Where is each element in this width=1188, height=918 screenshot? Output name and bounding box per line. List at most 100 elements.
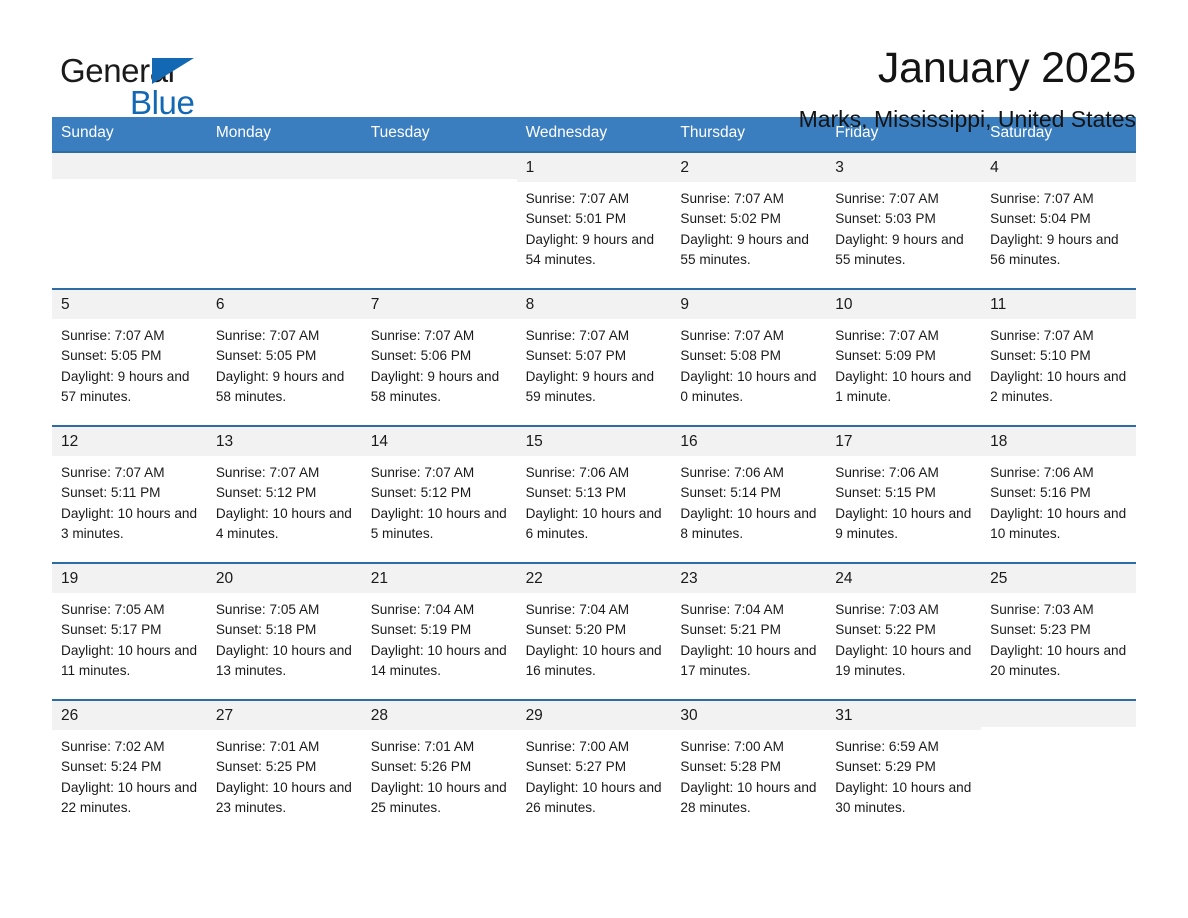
day-info: Sunrise: 7:02 AM Sunset: 5:24 PM Dayligh… [52,730,207,819]
daylight-text: Daylight: 10 hours and 22 minutes. [61,779,198,816]
daylight-text: Daylight: 9 hours and 58 minutes. [370,368,500,405]
day-cell[interactable]: 1 Sunrise: 7:07 AM Sunset: 5:01 PM Dayli… [516,152,672,288]
day-info: Sunrise: 7:05 AM Sunset: 5:17 PM Dayligh… [52,593,207,682]
day-cell[interactable]: 29 Sunrise: 7:00 AM Sunset: 5:27 PM Dayl… [516,700,672,836]
daylight-text: Daylight: 10 hours and 0 minutes. [680,368,817,405]
day-info: Sunrise: 7:07 AM Sunset: 5:06 PM Dayligh… [362,319,517,408]
day-cell[interactable]: 17 Sunrise: 7:06 AM Sunset: 5:15 PM Dayl… [826,426,982,562]
sunrise-text: Sunrise: 7:07 AM [370,464,475,480]
day-cell[interactable]: 4 Sunrise: 7:07 AM Sunset: 5:04 PM Dayli… [981,152,1136,288]
daylight-text: Daylight: 10 hours and 9 minutes. [835,505,972,542]
day-cell[interactable]: 7 Sunrise: 7:07 AM Sunset: 5:06 PM Dayli… [361,289,517,425]
day-info: Sunrise: 7:07 AM Sunset: 5:05 PM Dayligh… [207,319,362,408]
day-cell[interactable]: 11 Sunrise: 7:07 AM Sunset: 5:10 PM Dayl… [981,289,1136,425]
day-info [362,179,517,186]
day-cell[interactable]: 25 Sunrise: 7:03 AM Sunset: 5:23 PM Dayl… [981,563,1136,699]
sunset-text: Sunset: 5:18 PM [215,622,317,638]
generalblue-logo[interactable]: General Blue [52,44,282,124]
day-cell[interactable]: 5 Sunrise: 7:07 AM Sunset: 5:05 PM Dayli… [52,289,207,425]
day-cell[interactable]: 18 Sunrise: 7:06 AM Sunset: 5:16 PM Dayl… [981,426,1136,562]
day-cell [206,152,362,288]
day-number: 4 [981,152,1136,182]
sunset-text: Sunset: 5:24 PM [61,759,162,775]
sunrise-text: Sunrise: 7:02 AM [61,738,165,754]
day-cell[interactable]: 19 Sunrise: 7:05 AM Sunset: 5:17 PM Dayl… [52,563,207,699]
day-cell[interactable]: 24 Sunrise: 7:03 AM Sunset: 5:22 PM Dayl… [826,563,982,699]
sunrise-text: Sunrise: 7:06 AM [680,464,784,480]
day-info: Sunrise: 7:07 AM Sunset: 5:09 PM Dayligh… [826,319,981,408]
day-cell[interactable]: 21 Sunrise: 7:04 AM Sunset: 5:19 PM Dayl… [361,563,517,699]
sunrise-text: Sunrise: 7:06 AM [990,464,1094,480]
day-number: 9 [671,289,827,319]
day-cell[interactable]: 31 Sunrise: 6:59 AM Sunset: 5:29 PM Dayl… [826,700,982,836]
daylight-text: Daylight: 10 hours and 16 minutes. [525,642,662,679]
day-cell[interactable]: 27 Sunrise: 7:01 AM Sunset: 5:25 PM Dayl… [206,700,362,836]
day-cell[interactable]: 22 Sunrise: 7:04 AM Sunset: 5:20 PM Dayl… [516,563,672,699]
day-cell[interactable]: 23 Sunrise: 7:04 AM Sunset: 5:21 PM Dayl… [671,563,827,699]
day-number: 16 [671,426,827,456]
day-number: 31 [826,700,982,730]
daylight-text: Daylight: 9 hours and 55 minutes. [835,231,964,268]
sunset-text: Sunset: 5:12 PM [370,485,472,501]
day-cell[interactable]: 8 Sunrise: 7:07 AM Sunset: 5:07 PM Dayli… [516,289,672,425]
sunrise-text: Sunrise: 7:03 AM [990,601,1094,617]
day-number: 25 [981,563,1136,593]
day-number: 15 [516,426,672,456]
sunset-text: Sunset: 5:28 PM [680,759,781,775]
day-number: 30 [671,700,827,730]
day-cell[interactable]: 14 Sunrise: 7:07 AM Sunset: 5:12 PM Dayl… [361,426,517,562]
day-number: 8 [516,289,672,319]
sunrise-text: Sunrise: 7:07 AM [990,190,1094,206]
sunrise-text: Sunrise: 7:04 AM [525,601,630,617]
daylight-text: Daylight: 10 hours and 20 minutes. [990,642,1127,679]
day-cell[interactable]: 26 Sunrise: 7:02 AM Sunset: 5:24 PM Dayl… [52,700,207,836]
daylight-text: Daylight: 10 hours and 23 minutes. [215,779,352,816]
daylight-text: Daylight: 10 hours and 13 minutes. [215,642,352,679]
sunset-text: Sunset: 5:20 PM [525,622,627,638]
day-info: Sunrise: 7:07 AM Sunset: 5:05 PM Dayligh… [52,319,207,408]
day-cell[interactable]: 20 Sunrise: 7:05 AM Sunset: 5:18 PM Dayl… [206,563,362,699]
day-cell[interactable]: 2 Sunrise: 7:07 AM Sunset: 5:02 PM Dayli… [671,152,827,288]
weekday-header-wednesday: Wednesday [525,124,608,141]
sunset-text: Sunset: 5:08 PM [680,348,781,364]
day-cell[interactable]: 9 Sunrise: 7:07 AM Sunset: 5:08 PM Dayli… [671,289,827,425]
day-cell[interactable]: 6 Sunrise: 7:07 AM Sunset: 5:05 PM Dayli… [206,289,362,425]
sunrise-text: Sunrise: 7:07 AM [215,327,320,343]
sunrise-text: Sunrise: 7:07 AM [680,190,784,206]
day-cell[interactable]: 10 Sunrise: 7:07 AM Sunset: 5:09 PM Dayl… [826,289,982,425]
sunset-text: Sunset: 5:14 PM [680,485,781,501]
daylight-text: Daylight: 10 hours and 30 minutes. [835,779,972,816]
daylight-text: Daylight: 10 hours and 14 minutes. [370,642,507,679]
day-info: Sunrise: 7:03 AM Sunset: 5:22 PM Dayligh… [826,593,981,682]
daylight-text: Daylight: 9 hours and 56 minutes. [990,231,1119,268]
day-info [52,179,207,186]
sunrise-text: Sunrise: 7:04 AM [370,601,475,617]
sunset-text: Sunset: 5:29 PM [835,759,936,775]
daylight-text: Daylight: 10 hours and 1 minute. [835,368,972,405]
day-info: Sunrise: 7:07 AM Sunset: 5:10 PM Dayligh… [981,319,1136,408]
sunset-text: Sunset: 5:03 PM [835,211,936,227]
day-cell[interactable]: 15 Sunrise: 7:06 AM Sunset: 5:13 PM Dayl… [516,426,672,562]
day-number: 2 [671,152,827,182]
logo-text-blue: Blue [130,84,195,121]
day-number: 6 [206,289,362,319]
page-title: January 2025 [877,44,1136,92]
daylight-text: Daylight: 10 hours and 28 minutes. [680,779,817,816]
day-cell[interactable]: 13 Sunrise: 7:07 AM Sunset: 5:12 PM Dayl… [206,426,362,562]
day-cell[interactable]: 28 Sunrise: 7:01 AM Sunset: 5:26 PM Dayl… [361,700,517,836]
calendar-grid: Sunday Monday Tuesday Wednesday Thursday… [52,117,1136,836]
day-info: Sunrise: 7:07 AM Sunset: 5:02 PM Dayligh… [671,182,826,271]
day-info: Sunrise: 7:04 AM Sunset: 5:20 PM Dayligh… [517,593,672,682]
sunrise-text: Sunrise: 7:01 AM [215,738,320,754]
day-info: Sunrise: 7:01 AM Sunset: 5:25 PM Dayligh… [207,730,362,819]
day-cell[interactable]: 12 Sunrise: 7:07 AM Sunset: 5:11 PM Dayl… [52,426,207,562]
day-cell[interactable]: 30 Sunrise: 7:00 AM Sunset: 5:28 PM Dayl… [671,700,827,836]
daylight-text: Daylight: 10 hours and 26 minutes. [525,779,662,816]
day-cell[interactable]: 16 Sunrise: 7:06 AM Sunset: 5:14 PM Dayl… [671,426,827,562]
sunset-text: Sunset: 5:02 PM [680,211,781,227]
day-cell [52,152,207,288]
day-cell[interactable]: 3 Sunrise: 7:07 AM Sunset: 5:03 PM Dayli… [826,152,982,288]
sunrise-text: Sunrise: 7:07 AM [525,190,630,206]
day-info: Sunrise: 7:03 AM Sunset: 5:23 PM Dayligh… [981,593,1136,682]
day-number [361,152,517,179]
